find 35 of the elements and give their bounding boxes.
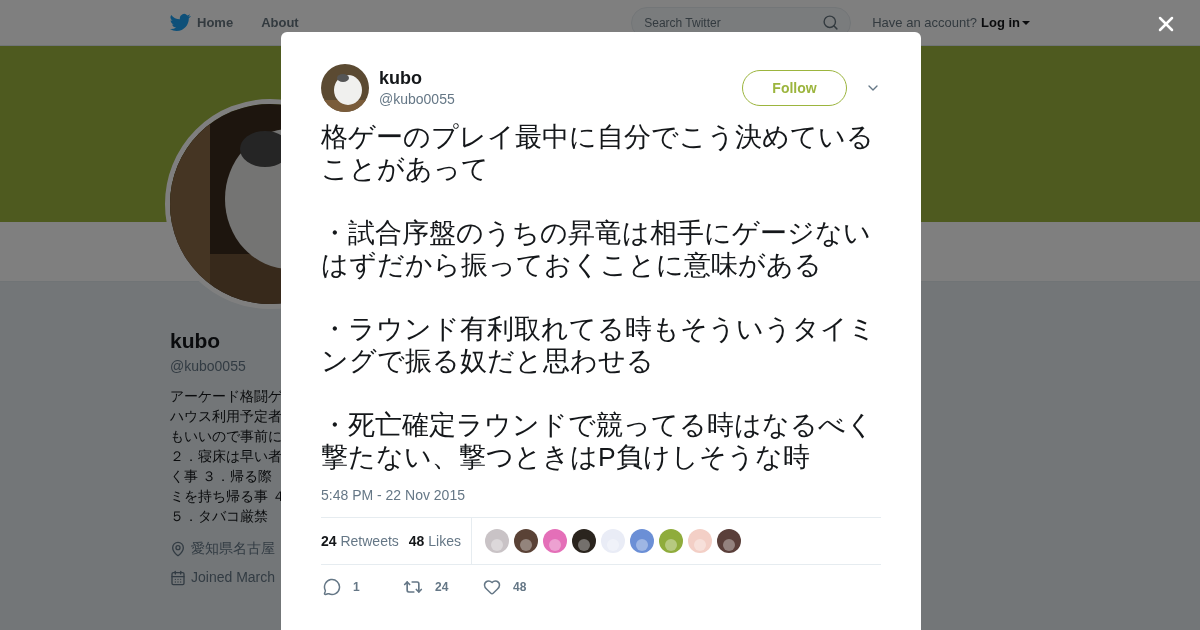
- nav-link[interactable]: Home: [197, 12, 234, 33]
- stat-link[interactable]: 24 Retweets: [321, 530, 399, 552]
- location-text: 愛知県名古屋: [191, 539, 275, 558]
- bio-line: アーケード格闘ゲ: [170, 387, 283, 406]
- bio-line: もいいので事前に: [170, 427, 283, 446]
- stat-link[interactable]: 48 Likes: [408, 530, 461, 552]
- bio-line: ２．寝床は早い者: [170, 447, 283, 466]
- bio-line: く事 ３．帰る際: [170, 467, 273, 486]
- calendar-icon: [170, 569, 186, 586]
- profile-name: kubo: [170, 328, 221, 354]
- tweet-text: ・死亡確定ラウンドで競ってる時はなるべく撃たない、撃つときはP負けしそうな時: [321, 409, 875, 473]
- tweet-text: ・試合序盤のうちの昇竜は相手にゲージないはずだから振っておくことに意味がある: [321, 217, 872, 281]
- author-handle[interactable]: @kubo0055: [379, 89, 455, 109]
- caret-icon[interactable]: [1022, 20, 1030, 25]
- author-name[interactable]: kubo: [379, 67, 455, 89]
- tweet-text: 格ゲーのプレイ最中に自分でこう決めていることがあって: [321, 121, 875, 185]
- nav-link[interactable]: About: [261, 12, 299, 33]
- tweet-text: ・ラウンド有利取れてる時もそういうタイミングで振る奴だと思わせる: [321, 313, 877, 377]
- action-count: 1: [353, 579, 360, 596]
- avatar[interactable]: [514, 529, 538, 553]
- avatar[interactable]: [717, 529, 741, 553]
- reply-icon[interactable]: [323, 578, 341, 596]
- login-link[interactable]: Log in: [981, 12, 1020, 33]
- location-icon: [170, 540, 186, 557]
- tweet-time[interactable]: 5:48 PM - 22 Nov 2015: [321, 485, 881, 505]
- heart-icon[interactable]: [483, 578, 501, 596]
- joined-text: Joined March: [191, 568, 276, 587]
- search-icon[interactable]: [822, 13, 840, 31]
- action-count: 24: [435, 579, 449, 596]
- bio-line: ハウス利用予定者: [170, 407, 283, 426]
- bio-line: ５．タバコ厳禁: [170, 507, 269, 526]
- profile-handle: @kubo0055: [170, 357, 246, 376]
- action-count: 48: [513, 579, 527, 596]
- account-prompt: Have an account?: [872, 13, 977, 32]
- avatar[interactable]: [572, 529, 596, 553]
